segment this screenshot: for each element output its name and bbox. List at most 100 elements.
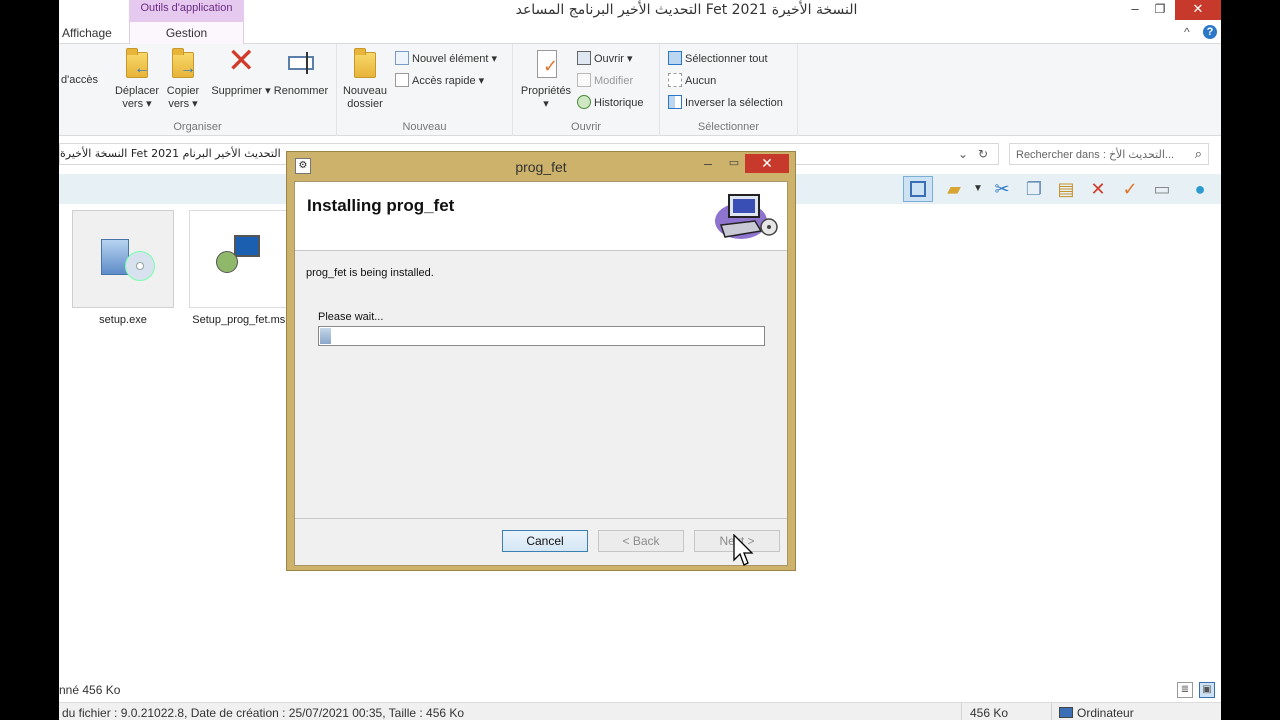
selection-status: nné 456 Ko [59, 683, 121, 697]
installer-maximize-button[interactable]: ▭ [721, 155, 747, 173]
copy-to-label: Copier vers ▾ [166, 85, 200, 110]
search-placeholder: Rechercher dans : التحديث الأخ... [1016, 149, 1175, 161]
select-all-icon [668, 51, 682, 65]
history-button[interactable]: Historique [577, 95, 644, 113]
collapse-ribbon-icon[interactable]: ^ [1184, 25, 1190, 39]
status-separator [961, 703, 962, 720]
tab-gestion[interactable]: Gestion [129, 22, 244, 44]
move-to-button[interactable]: ← Déplacer vers ▾ [113, 48, 161, 111]
open-label: Ouvrir ▾ [594, 53, 633, 65]
address-dropdown-icon[interactable]: ⌄ [958, 147, 968, 161]
computer-setup-icon [715, 194, 778, 239]
dropdown-arrow-icon[interactable]: ▼ [967, 178, 989, 200]
location-text: Ordinateur [1077, 706, 1134, 720]
edit-label: Modifier [594, 75, 634, 87]
properties-button[interactable]: ✓ Propriétés ▾ [517, 48, 575, 111]
details-view-icon[interactable]: ≣ [1177, 682, 1193, 698]
search-input[interactable]: Rechercher dans : التحديث الأخ... ⌕ [1009, 143, 1209, 165]
invert-selection-button[interactable]: Inverser la sélection [668, 95, 783, 113]
install-progress-bar [318, 326, 765, 346]
installer-minimize-button[interactable]: – [695, 155, 721, 173]
new-folder-button[interactable]: Nouveau dossier [341, 48, 389, 111]
cut-icon[interactable]: ✂ [991, 178, 1013, 200]
select-all-label: Sélectionner tout [685, 53, 768, 65]
folder-check-icon[interactable]: ▰ [943, 178, 965, 200]
quick-access-icon [395, 73, 409, 87]
file-item-setup-msi[interactable]: Setup_prog_fet.msi [189, 210, 291, 326]
minimize-button[interactable]: – [1123, 0, 1147, 20]
edit-button[interactable]: Modifier [577, 73, 633, 91]
letterbox-left [0, 0, 59, 720]
preview-pane-icon[interactable] [903, 176, 933, 202]
copy-folder-icon: → [166, 48, 200, 82]
large-icons-view-icon[interactable]: ▣ [1199, 682, 1215, 698]
context-tab-outils-application[interactable]: Outils d'application [129, 0, 244, 22]
new-folder-icon [348, 48, 382, 82]
installer-body: Installing prog_fet prog_fet is being in… [294, 181, 788, 566]
installer-titlebar[interactable]: ⚙ prog_fet – ▭ ✕ [287, 152, 795, 181]
ouvrir-group-label: Ouvrir [571, 121, 601, 133]
delete-button[interactable]: ✕ Supprimer ▾ [211, 42, 271, 98]
quick-access-button[interactable]: Accès rapide ▾ [395, 73, 484, 91]
file-name: setup.exe [99, 314, 147, 326]
rename-icon [284, 48, 318, 82]
new-item-label: Nouvel élément ▾ [412, 53, 498, 65]
installer-dialog: ⚙ prog_fet – ▭ ✕ Installing prog_fet pro… [286, 151, 796, 571]
file-details-text: du fichier : 9.0.21022.8, Date de créati… [62, 706, 465, 720]
cancel-button[interactable]: Cancel [502, 530, 588, 552]
close-button[interactable]: ✕ [1175, 0, 1221, 20]
open-button[interactable]: Ouvrir ▾ [577, 51, 633, 69]
copy-to-button[interactable]: → Copier vers ▾ [161, 48, 205, 111]
back-button[interactable]: < Back [598, 530, 684, 552]
globe-icon[interactable]: ● [1189, 178, 1211, 200]
properties-check-icon[interactable]: ✓ [1119, 178, 1141, 200]
copy-icon[interactable]: ❐ [1023, 178, 1045, 200]
installer-heading: Installing prog_fet [307, 196, 455, 215]
status-separator [1051, 703, 1052, 720]
ribbon-group-ouvrir: ✓ Propriétés ▾ Ouvrir ▾ Modifier Histori… [513, 44, 660, 136]
selectionner-group-label: Sélectionner [697, 121, 760, 133]
help-icon[interactable]: ? [1203, 25, 1217, 39]
rename-small-icon[interactable]: ▭ [1151, 178, 1173, 200]
history-label: Historique [594, 97, 644, 109]
acces-rapide-partial-button[interactable]: d'accès [61, 74, 109, 87]
status-bar-selection: nné 456 Ko ≣ ▣ [59, 680, 1221, 700]
history-icon [577, 95, 591, 109]
organiser-group-label: Organiser [173, 121, 222, 133]
address-path: النسخة الأخيرة Fet 2021 التحديث الأخير ا… [60, 147, 281, 160]
location-status: Ordinateur [1059, 706, 1134, 720]
quick-access-label: Accès rapide ▾ [412, 75, 485, 87]
status-bar-details: du fichier : 9.0.21022.8, Date de créati… [59, 702, 1221, 720]
rename-button[interactable]: Renommer [271, 48, 331, 98]
letterbox-right [1221, 0, 1280, 720]
ribbon-group-selectionner: Sélectionner tout Aucun Inverser la séle… [660, 44, 798, 136]
delete-x-icon: ✕ [227, 42, 256, 80]
installer-close-button[interactable]: ✕ [745, 154, 789, 173]
paste-icon[interactable]: ▤ [1055, 178, 1077, 200]
installer-header: Installing prog_fet [295, 182, 787, 251]
new-item-icon [395, 51, 409, 65]
installer-message: prog_fet is being installed. [306, 267, 434, 279]
invert-selection-icon [668, 95, 682, 109]
nouveau-group-label: Nouveau [402, 121, 447, 133]
ribbon-group-organiser: d'accès ← Déplacer vers ▾ → Copier vers … [59, 44, 337, 136]
delete-label: Supprimer ▾ [211, 85, 271, 97]
search-icon[interactable]: ⌕ [1195, 146, 1202, 162]
select-all-button[interactable]: Sélectionner tout [668, 51, 768, 69]
maximize-button[interactable]: ❐ [1147, 0, 1173, 20]
ribbon-group-nouveau: Nouveau dossier Nouvel élément ▾ Accès r… [337, 44, 513, 136]
refresh-icon[interactable]: ↻ [978, 147, 988, 161]
delete-icon[interactable]: ✕ [1087, 178, 1109, 200]
properties-icon: ✓ [529, 48, 563, 82]
ribbon-tab-row: Affichage Gestion ^ ? [59, 22, 1221, 44]
msi-installer-icon [189, 210, 291, 308]
properties-label: Propriétés ▾ [520, 85, 572, 110]
computer-icon [1059, 707, 1073, 718]
window-title: النسخة الأخيرة Fet 2021 التحديث الأخير ا… [515, 2, 858, 18]
mouse-cursor-icon [733, 534, 754, 566]
new-item-button[interactable]: Nouvel élément ▾ [395, 51, 497, 69]
move-folder-icon: ← [120, 48, 154, 82]
tab-affichage[interactable]: Affichage [62, 26, 112, 40]
file-item-setup-exe[interactable]: setup.exe [72, 210, 174, 326]
select-none-button[interactable]: Aucun [668, 73, 716, 91]
